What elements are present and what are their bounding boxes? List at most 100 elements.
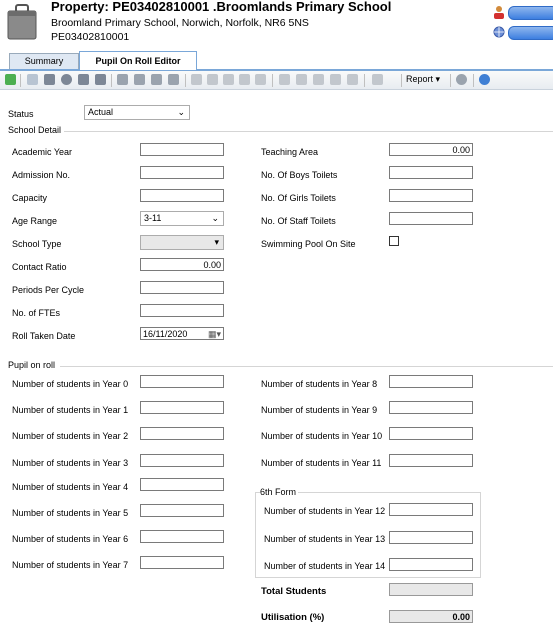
utilisation-label: Utilisation (%) <box>261 612 325 623</box>
year-6-field[interactable] <box>140 530 224 543</box>
site-dropdown-button[interactable] <box>508 26 553 40</box>
status-value: Actual <box>88 107 114 117</box>
new-icon[interactable] <box>27 74 38 85</box>
divider <box>60 366 553 367</box>
year-4-label: Number of students in Year 4 <box>12 482 129 492</box>
chevron-down-icon: ⌄ <box>211 213 219 223</box>
year-13-label: Number of students in Year 13 <box>264 534 386 544</box>
calendar-icon[interactable]: ▦▾ <box>208 328 221 341</box>
capacity-field[interactable] <box>140 189 224 202</box>
no-of-ftes-field[interactable] <box>140 304 224 317</box>
sort-icon[interactable] <box>330 74 341 85</box>
chevron-down-icon: ⌄ <box>177 107 185 117</box>
year-14-field[interactable] <box>389 558 473 571</box>
help-icon[interactable] <box>479 74 490 85</box>
filter-icon[interactable] <box>347 74 358 85</box>
page-title: Property: PE03402810001 .Broomlands Prim… <box>51 0 392 14</box>
reload-icon[interactable] <box>456 74 467 85</box>
girls-toilets-field[interactable] <box>389 189 473 202</box>
year-0-label: Number of students in Year 0 <box>12 379 129 389</box>
building-icon[interactable] <box>191 74 202 85</box>
status-select[interactable]: Actual ⌄ <box>84 105 190 120</box>
attach-icon[interactable] <box>313 74 324 85</box>
year-12-field[interactable] <box>389 503 473 516</box>
export-icon[interactable] <box>168 74 179 85</box>
year-8-label: Number of students in Year 8 <box>261 379 378 389</box>
year-13-field[interactable] <box>389 531 473 544</box>
arrow-icon[interactable] <box>372 74 383 85</box>
year-0-field[interactable] <box>140 375 224 388</box>
tab-pupil-on-roll-editor[interactable]: Pupil On Roll Editor <box>79 51 197 70</box>
periods-per-cycle-field[interactable] <box>140 281 224 294</box>
camera-icon[interactable] <box>78 74 89 85</box>
address-text: Broomland Primary School, Norwich, Norfo… <box>51 17 309 29</box>
briefcase-icon <box>7 4 37 40</box>
total-students-label: Total Students <box>261 586 327 597</box>
settings-icon[interactable] <box>223 74 234 85</box>
year-8-field[interactable] <box>389 375 473 388</box>
contact-ratio-label: Contact Ratio <box>12 262 67 272</box>
year-2-field[interactable] <box>140 427 224 440</box>
boys-toilets-field[interactable] <box>389 166 473 179</box>
staff-toilets-label: No. Of Staff Toilets <box>261 216 336 226</box>
year-11-label: Number of students in Year 11 <box>261 458 382 468</box>
user-dropdown-button[interactable] <box>508 6 553 20</box>
staff-toilets-field[interactable] <box>389 212 473 225</box>
admission-no-label: Admission No. <box>12 170 71 180</box>
academic-year-field[interactable] <box>140 143 224 156</box>
status-label: Status <box>8 109 34 119</box>
year-2-label: Number of students in Year 2 <box>12 431 129 441</box>
year-5-label: Number of students in Year 5 <box>12 508 129 518</box>
report-dropdown[interactable]: Report ▾ <box>406 74 440 85</box>
admission-no-field[interactable] <box>140 166 224 179</box>
year-3-field[interactable] <box>140 454 224 467</box>
cancel-icon[interactable] <box>61 74 72 85</box>
academic-year-label: Academic Year <box>12 147 73 157</box>
refresh-icon[interactable] <box>5 74 16 85</box>
tab-summary[interactable]: Summary <box>9 53 79 69</box>
wrench-icon[interactable] <box>296 74 307 85</box>
tools-icon[interactable] <box>279 74 290 85</box>
save-icon[interactable] <box>44 74 55 85</box>
users-icon[interactable] <box>255 74 266 85</box>
year-9-label: Number of students in Year 9 <box>261 405 378 415</box>
section-school-detail: School Detail <box>8 125 64 135</box>
girls-toilets-label: No. Of Girls Toilets <box>261 193 336 203</box>
year-1-field[interactable] <box>140 401 224 414</box>
year-10-label: Number of students in Year 10 <box>261 431 383 441</box>
user-icon <box>494 6 504 19</box>
age-range-value: 3-11 <box>144 213 162 223</box>
utilisation-field: 0.00 <box>389 610 473 623</box>
year-7-field[interactable] <box>140 556 224 569</box>
periods-per-cycle-label: Periods Per Cycle <box>12 285 85 295</box>
year-14-label: Number of students in Year 14 <box>264 561 386 571</box>
year-5-field[interactable] <box>140 504 224 517</box>
roll-taken-date-field[interactable]: 16/11/2020 ▦▾ <box>140 327 224 340</box>
capacity-label: Capacity <box>12 193 48 203</box>
divider <box>64 131 553 132</box>
roll-taken-date-value: 16/11/2020 <box>143 329 188 339</box>
school-type-label: School Type <box>12 239 62 249</box>
cloud-icon[interactable] <box>117 74 128 85</box>
year-12-label: Number of students in Year 12 <box>264 506 386 516</box>
copy-icon[interactable] <box>95 74 106 85</box>
school-type-select[interactable]: ▾ <box>140 235 224 250</box>
age-range-select[interactable]: 3-11 ⌄ <box>140 211 224 226</box>
gear-icon[interactable] <box>207 74 218 85</box>
swimming-pool-checkbox[interactable] <box>389 236 399 246</box>
year-11-field[interactable] <box>389 454 473 467</box>
document-icon[interactable] <box>134 74 145 85</box>
year-4-field[interactable] <box>140 478 224 491</box>
total-students-field <box>389 583 473 596</box>
section-pupil-on-roll: Pupil on roll <box>8 360 58 370</box>
print-icon[interactable] <box>151 74 162 85</box>
contact-ratio-field[interactable]: 0.00 <box>140 258 224 271</box>
report-label: Report <box>406 74 434 84</box>
year-10-field[interactable] <box>389 427 473 440</box>
sixth-form-label: 6th Form <box>260 487 299 497</box>
boys-toilets-label: No. Of Boys Toilets <box>261 170 338 180</box>
teaching-area-field[interactable]: 0.00 <box>389 143 473 156</box>
year-3-label: Number of students in Year 3 <box>12 458 129 468</box>
year-9-field[interactable] <box>389 401 473 414</box>
chart-icon[interactable] <box>239 74 250 85</box>
